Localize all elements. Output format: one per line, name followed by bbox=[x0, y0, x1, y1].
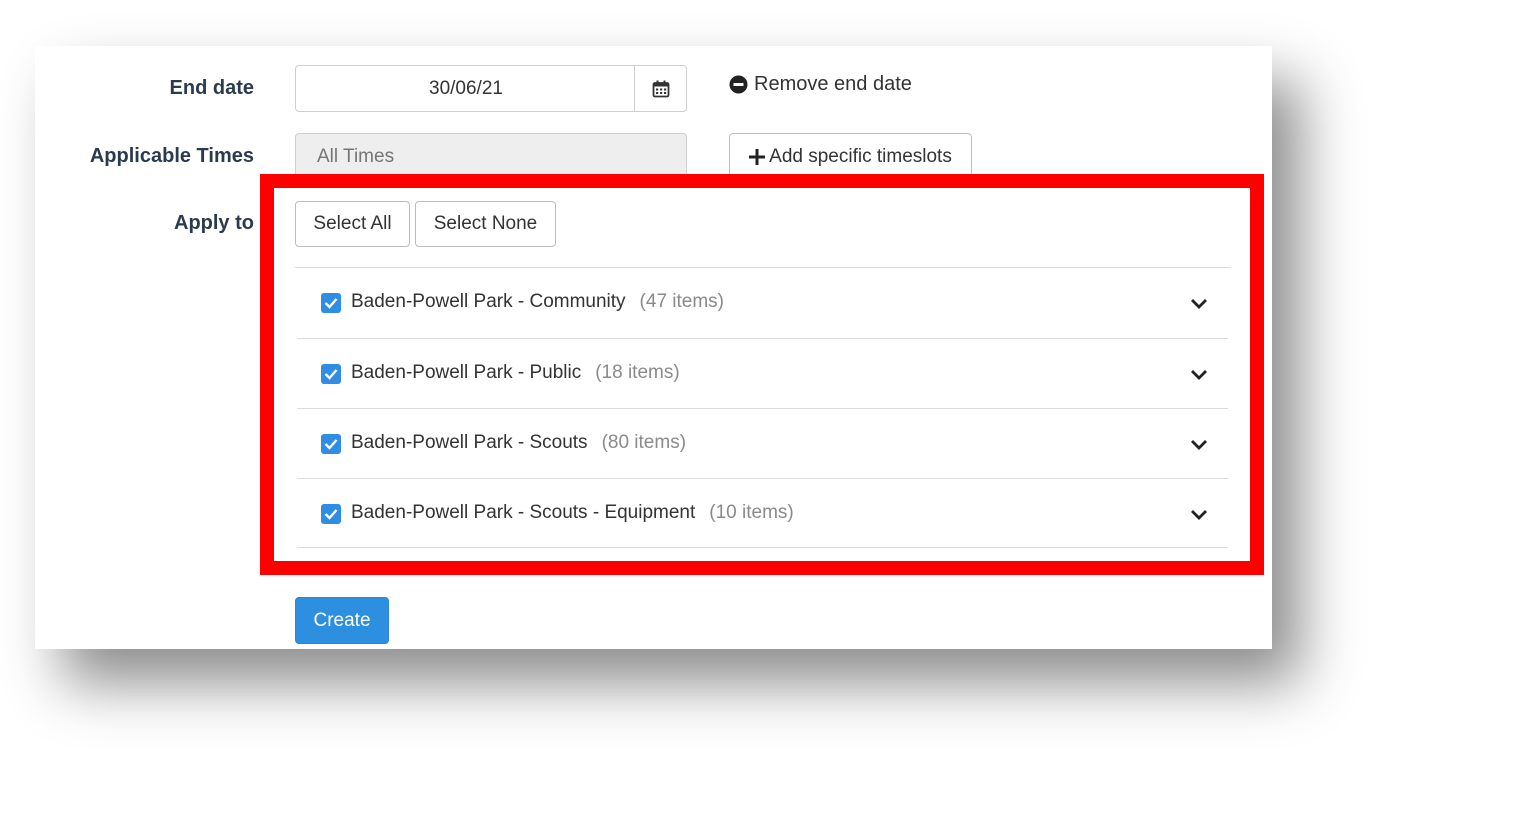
applicable-times-input[interactable] bbox=[295, 133, 687, 180]
end-date-value: 30/06/21 bbox=[429, 78, 503, 99]
calendar-icon bbox=[652, 80, 669, 97]
create-label: Create bbox=[313, 609, 371, 631]
minus-circle-icon bbox=[729, 75, 748, 94]
apply-to-label: Apply to bbox=[174, 212, 254, 234]
add-specific-timeslots-label: Add specific timeslots bbox=[769, 145, 952, 167]
remove-end-date-label: Remove end date bbox=[754, 73, 912, 95]
add-specific-timeslots-button[interactable]: Add specific timeslots bbox=[729, 133, 972, 180]
calendar-button[interactable] bbox=[634, 66, 686, 111]
applicable-times-label: Applicable Times bbox=[89, 145, 254, 167]
end-date-input[interactable]: 30/06/21 bbox=[295, 65, 687, 112]
highlight-box bbox=[260, 174, 1264, 575]
end-date-label: End date bbox=[169, 77, 254, 99]
remove-end-date-link[interactable]: Remove end date bbox=[729, 73, 912, 96]
create-button[interactable]: Create bbox=[295, 597, 389, 644]
plus-icon bbox=[749, 148, 766, 165]
